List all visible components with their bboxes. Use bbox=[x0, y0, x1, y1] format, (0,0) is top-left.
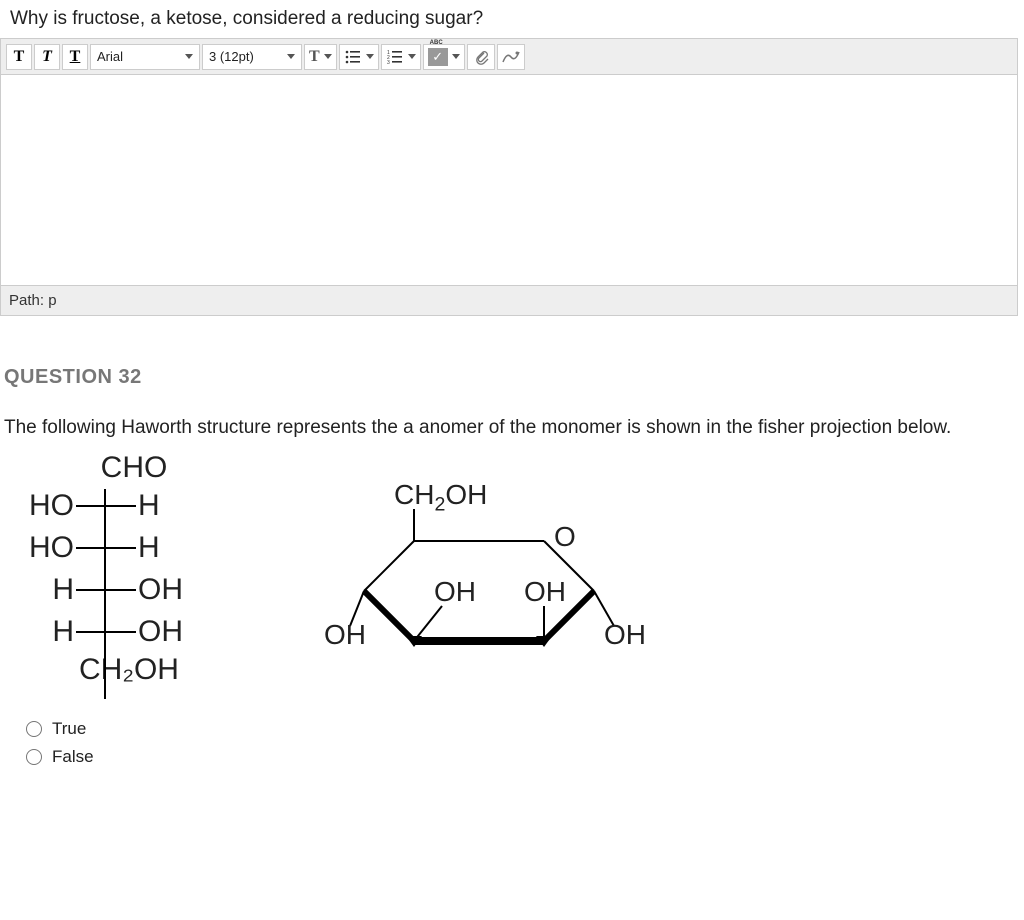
radio-false[interactable] bbox=[26, 749, 42, 765]
chevron-down-icon bbox=[185, 54, 193, 59]
editor-path-bar: Path: p bbox=[1, 285, 1017, 315]
question-text: The following Haworth structure represen… bbox=[4, 417, 1020, 439]
chevron-down-icon bbox=[287, 54, 295, 59]
editor-toolbar: T T T Arial 3 (12pt) T 123 ✓ bbox=[1, 39, 1017, 75]
bullet-list-dropdown[interactable] bbox=[339, 44, 379, 70]
chevron-down-icon bbox=[366, 54, 374, 59]
fischer-left: HO bbox=[14, 531, 74, 565]
option-true[interactable]: True bbox=[26, 719, 1020, 739]
mashup-icon bbox=[502, 48, 520, 66]
svg-text:3: 3 bbox=[387, 60, 390, 64]
fischer-left: H bbox=[14, 615, 74, 649]
italic-button[interactable]: T bbox=[34, 44, 60, 70]
fischer-right: H bbox=[138, 489, 218, 523]
haworth-ch2oh: CH2OH bbox=[394, 479, 487, 517]
bold-button[interactable]: T bbox=[6, 44, 32, 70]
haworth-oh-2: OH bbox=[524, 576, 566, 608]
font-family-value: Arial bbox=[97, 49, 123, 64]
fischer-right: H bbox=[138, 531, 218, 565]
answer-options: True False bbox=[4, 719, 1020, 767]
fischer-right: OH bbox=[138, 573, 218, 607]
bullet-list-icon bbox=[344, 48, 362, 66]
rich-text-editor: T T T Arial 3 (12pt) T 123 ✓ bbox=[0, 38, 1018, 316]
question-32: QUESTION 32 The following Haworth struct… bbox=[0, 366, 1024, 767]
haworth-oh-4: OH bbox=[324, 619, 366, 651]
font-size-select[interactable]: 3 (12pt) bbox=[202, 44, 302, 70]
haworth-oh-1: OH bbox=[604, 619, 646, 651]
mashup-button[interactable] bbox=[497, 44, 525, 70]
chevron-down-icon bbox=[408, 54, 416, 59]
underline-button[interactable]: T bbox=[62, 44, 88, 70]
fischer-bond bbox=[76, 631, 136, 633]
fischer-bond bbox=[76, 547, 136, 549]
fischer-bond bbox=[76, 589, 136, 591]
font-family-select[interactable]: Arial bbox=[90, 44, 200, 70]
fischer-row-2: HO H bbox=[14, 527, 234, 569]
option-false-label: False bbox=[52, 747, 94, 767]
fischer-left: HO bbox=[14, 489, 74, 523]
attachment-button[interactable] bbox=[467, 44, 495, 70]
radio-true[interactable] bbox=[26, 721, 42, 737]
fischer-left: H bbox=[14, 573, 74, 607]
fischer-projection: CHO HO H HO H H OH H OH CH₂OH bbox=[14, 451, 234, 687]
fischer-bond bbox=[76, 505, 136, 507]
font-size-value: 3 (12pt) bbox=[209, 49, 254, 64]
fischer-bottom-group: CH₂OH bbox=[24, 653, 234, 687]
fischer-row-3: H OH bbox=[14, 569, 234, 611]
spellcheck-icon: ✓ bbox=[428, 48, 448, 66]
option-true-label: True bbox=[52, 719, 86, 739]
question-prompt: Why is fructose, a ketose, considered a … bbox=[0, 0, 1024, 38]
numbered-list-dropdown[interactable]: 123 bbox=[381, 44, 421, 70]
fischer-row-1: HO H bbox=[14, 485, 234, 527]
chevron-down-icon bbox=[452, 54, 460, 59]
haworth-oh-3: OH bbox=[434, 576, 476, 608]
paperclip-icon bbox=[472, 48, 490, 66]
text-color-dropdown[interactable]: T bbox=[304, 44, 337, 70]
fischer-top-group: CHO bbox=[34, 451, 234, 485]
spellcheck-dropdown[interactable]: ✓ bbox=[423, 44, 465, 70]
chevron-down-icon bbox=[324, 54, 332, 59]
fischer-right: OH bbox=[138, 615, 218, 649]
numbered-list-icon: 123 bbox=[386, 48, 404, 66]
haworth-structure: CH2OH O OH OH OH OH bbox=[344, 471, 644, 701]
option-false[interactable]: False bbox=[26, 747, 1020, 767]
question-heading: QUESTION 32 bbox=[4, 366, 1020, 389]
structures-row: CHO HO H HO H H OH H OH CH₂OH bbox=[4, 451, 1020, 701]
fischer-backbone bbox=[104, 489, 106, 699]
text-color-icon: T bbox=[309, 48, 320, 66]
fischer-row-4: H OH bbox=[14, 611, 234, 653]
editor-textarea[interactable] bbox=[1, 75, 1017, 285]
haworth-o: O bbox=[554, 521, 576, 553]
